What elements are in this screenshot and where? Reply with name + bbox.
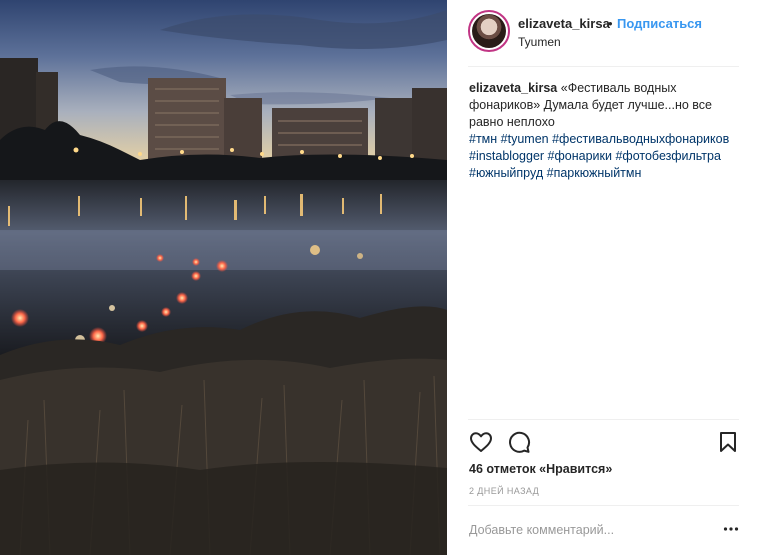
location-link[interactable]: Tyumen — [518, 35, 561, 49]
bookmark-icon[interactable] — [716, 430, 740, 454]
photo-scene — [0, 0, 447, 555]
hashtag-link[interactable]: #фонарики — [548, 149, 612, 163]
hashtag-link[interactable]: #фестивальводныхфонариков — [552, 132, 729, 146]
hashtag-link[interactable]: #тмн — [469, 132, 497, 146]
caption-username-link[interactable]: elizaveta_kirsa — [469, 81, 557, 95]
comment-input[interactable] — [469, 519, 709, 541]
likes-count[interactable]: 46 отметок «Нравится» — [469, 462, 612, 476]
hashtag-link[interactable]: #instablogger — [469, 149, 544, 163]
follow-button[interactable]: Подписаться — [617, 16, 702, 31]
hashtag-link[interactable]: #южныйпруд — [469, 166, 543, 180]
hashtag-list: #тмн #tyumen #фестивальводныхфонариков #… — [469, 131, 741, 182]
post-caption: elizaveta_kirsa «Фестиваль водных фонари… — [469, 80, 741, 182]
more-options-icon[interactable] — [723, 521, 739, 537]
avatar[interactable] — [468, 10, 510, 52]
header-separator-dot: • — [608, 16, 613, 31]
post-timestamp[interactable]: 2 ДНЕЙ НАЗАД — [469, 486, 539, 496]
header-divider — [468, 66, 739, 67]
comment-divider — [468, 505, 739, 506]
post-header: elizaveta_kirsa • Подписаться Tyumen — [447, 0, 760, 66]
hashtag-link[interactable]: #tyumen — [501, 132, 549, 146]
heart-icon[interactable] — [469, 430, 493, 454]
hashtag-link[interactable]: #фотобезфильтра — [615, 149, 720, 163]
hashtag-link[interactable]: #паркюжныйтмн — [547, 166, 642, 180]
username-link[interactable]: elizaveta_kirsa — [518, 16, 610, 31]
comment-icon[interactable] — [507, 430, 531, 454]
avatar-image — [472, 14, 506, 48]
post-panel: elizaveta_kirsa • Подписаться Tyumen eli… — [447, 0, 760, 555]
post-photo[interactable] — [0, 0, 447, 555]
actions-divider — [468, 419, 739, 420]
